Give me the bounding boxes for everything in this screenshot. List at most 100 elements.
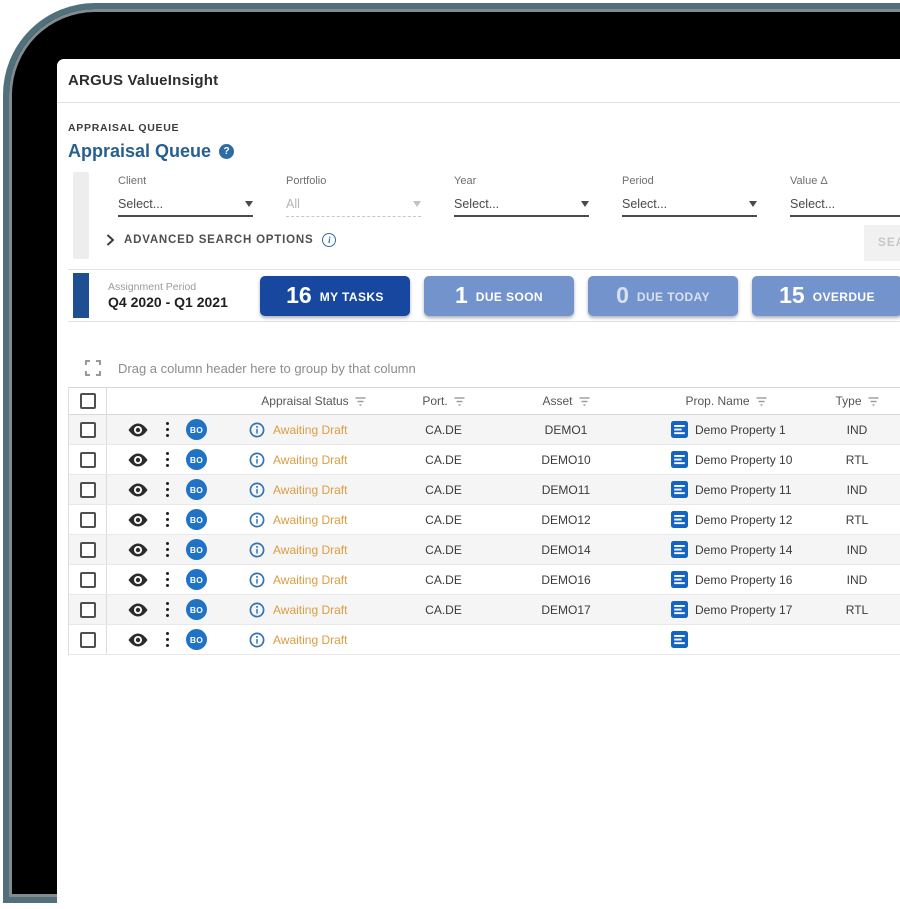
assignee-badge[interactable]: BO <box>186 419 207 440</box>
view-icon[interactable] <box>127 573 149 587</box>
row-checkbox[interactable] <box>80 602 96 618</box>
port-cell: CA.DE <box>396 603 491 617</box>
property-doc-icon[interactable] <box>671 601 688 618</box>
row-checkbox[interactable] <box>80 542 96 558</box>
status-text: Awaiting Draft <box>273 483 347 497</box>
row-checkbox[interactable] <box>80 482 96 498</box>
select-all-checkbox[interactable] <box>80 393 96 409</box>
stat-button[interactable]: 1 DUE SOON <box>424 276 574 316</box>
row-menu-icon[interactable] <box>164 420 172 440</box>
filter-select[interactable]: Client Select... <box>118 175 253 217</box>
row-menu-icon[interactable] <box>164 600 172 620</box>
assignee-badge[interactable]: BO <box>186 539 207 560</box>
stat-button[interactable]: 0 DUE TODAY <box>588 276 738 316</box>
column-header-asset[interactable]: Asset <box>491 394 641 408</box>
property-doc-icon[interactable] <box>671 421 688 438</box>
assignee-badge[interactable]: BO <box>186 509 207 530</box>
prop-name-text: Demo Property 1 <box>695 423 786 437</box>
view-icon[interactable] <box>127 423 149 437</box>
prop-name-cell: Demo Property 12 <box>641 511 811 528</box>
filter-icon[interactable] <box>756 397 767 406</box>
row-checkbox[interactable] <box>80 572 96 588</box>
filter-select[interactable]: Portfolio All <box>286 175 421 217</box>
row-checkbox[interactable] <box>80 512 96 528</box>
column-header-prop-name[interactable]: Prop. Name <box>641 394 811 408</box>
row-menu-icon[interactable] <box>164 510 172 530</box>
property-doc-icon[interactable] <box>671 451 688 468</box>
row-checkbox[interactable] <box>80 632 96 648</box>
status-info-icon[interactable] <box>249 542 265 558</box>
appraisal-status-cell: Awaiting Draft <box>231 572 396 588</box>
filter-select[interactable]: Value Δ Select... <box>790 175 900 217</box>
port-cell: CA.DE <box>396 543 491 557</box>
info-icon[interactable]: i <box>322 233 336 247</box>
filter-label: Portfolio <box>286 175 421 187</box>
prop-name-cell: Demo Property 17 <box>641 601 811 618</box>
property-doc-icon[interactable] <box>671 541 688 558</box>
title-bar: ARGUS ValueInsight <box>57 59 900 103</box>
stat-label: MY TASKS <box>320 290 384 304</box>
prop-name-cell <box>641 631 811 648</box>
filter-select[interactable]: Year Select... <box>454 175 589 217</box>
stat-count: 0 <box>616 284 629 307</box>
assignee-badge[interactable]: BO <box>186 449 207 470</box>
assignee-badge[interactable]: BO <box>186 599 207 620</box>
search-button[interactable]: SEARCH <box>864 225 900 261</box>
property-doc-icon[interactable] <box>671 571 688 588</box>
status-info-icon[interactable] <box>249 572 265 588</box>
stat-button[interactable]: 15 OVERDUE <box>752 276 900 316</box>
assignee-badge[interactable]: BO <box>186 569 207 590</box>
chevron-down-icon <box>413 201 421 207</box>
row-menu-icon[interactable] <box>164 570 172 590</box>
help-icon[interactable]: ? <box>219 144 234 159</box>
status-info-icon[interactable] <box>249 482 265 498</box>
row-actions: BO <box>107 509 231 530</box>
advanced-search-toggle[interactable]: ADVANCED SEARCH OPTIONS i <box>106 233 900 247</box>
filter-icon[interactable] <box>355 397 366 406</box>
filter-icon[interactable] <box>454 397 465 406</box>
row-menu-icon[interactable] <box>164 540 172 560</box>
group-by-drop-zone[interactable]: Drag a column header here to group by th… <box>85 360 900 376</box>
status-info-icon[interactable] <box>249 422 265 438</box>
prop-name-text: Demo Property 16 <box>695 573 792 587</box>
view-icon[interactable] <box>127 483 149 497</box>
group-expand-icon <box>85 360 101 376</box>
stat-count: 15 <box>779 284 805 307</box>
row-checkbox[interactable] <box>80 452 96 468</box>
status-info-icon[interactable] <box>249 452 265 468</box>
view-icon[interactable] <box>127 453 149 467</box>
view-icon[interactable] <box>127 633 149 647</box>
column-header-appraisal-status[interactable]: Appraisal Status <box>231 394 396 408</box>
status-text: Awaiting Draft <box>273 573 347 587</box>
status-info-icon[interactable] <box>249 602 265 618</box>
status-info-icon[interactable] <box>249 632 265 648</box>
column-header-type[interactable]: Type <box>811 394 900 408</box>
appraisal-status-cell: Awaiting Draft <box>231 422 396 438</box>
filter-value: Select... <box>454 197 499 211</box>
type-cell: IND <box>811 543 900 557</box>
view-icon[interactable] <box>127 513 149 527</box>
prop-name-cell: Demo Property 1 <box>641 421 811 438</box>
stat-button[interactable]: 16 MY TASKS <box>260 276 410 316</box>
view-icon[interactable] <box>127 543 149 557</box>
property-doc-icon[interactable] <box>671 631 688 648</box>
property-doc-icon[interactable] <box>671 481 688 498</box>
view-icon[interactable] <box>127 603 149 617</box>
filter-icon[interactable] <box>868 397 879 406</box>
column-header-port[interactable]: Port. <box>396 394 491 408</box>
row-checkbox-cell <box>69 505 107 534</box>
status-info-icon[interactable] <box>249 512 265 528</box>
row-menu-icon[interactable] <box>164 630 172 650</box>
row-menu-icon[interactable] <box>164 480 172 500</box>
chevron-down-icon <box>581 201 589 207</box>
assignee-badge[interactable]: BO <box>186 479 207 500</box>
property-doc-icon[interactable] <box>671 511 688 528</box>
filter-select[interactable]: Period Select... <box>622 175 757 217</box>
table-row: BO Awaiting Draft CA.DE DEMO10 <box>69 445 900 475</box>
filter-icon[interactable] <box>579 397 590 406</box>
row-menu-icon[interactable] <box>164 450 172 470</box>
stat-count: 1 <box>455 284 468 307</box>
asset-cell: DEMO14 <box>491 543 641 557</box>
assignee-badge[interactable]: BO <box>186 629 207 650</box>
row-checkbox[interactable] <box>80 422 96 438</box>
